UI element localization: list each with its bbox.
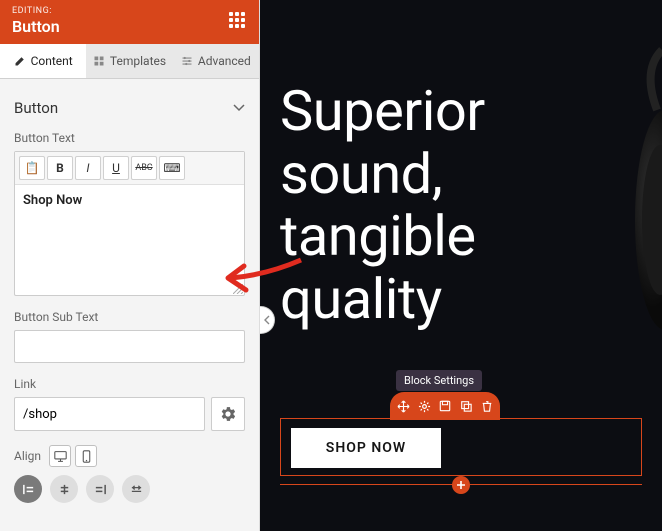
trash-icon — [481, 400, 493, 412]
button-block-frame[interactable]: SHOP NOW — [280, 418, 642, 476]
hero-line-1: Superior — [280, 80, 485, 143]
link-label: Link — [14, 377, 245, 391]
button-text-label: Button Text — [14, 131, 245, 145]
add-block-button[interactable] — [452, 476, 470, 494]
button-text-input[interactable]: Shop Now — [15, 185, 244, 295]
hero-heading: Superior sound, tangible quality — [280, 80, 485, 331]
align-header-row: Align — [14, 445, 245, 467]
hero-line-2: sound, — [280, 143, 485, 206]
clipboard-icon: 📋 — [25, 161, 40, 175]
hero-line-3: tangible — [280, 205, 485, 268]
chevron-left-icon — [264, 315, 270, 325]
italic-button[interactable]: I — [75, 156, 101, 180]
section-button-title: Button — [14, 99, 58, 117]
desktop-icon — [54, 450, 67, 463]
sidebar-header: EDITING: Button — [0, 0, 259, 44]
chevron-down-icon — [233, 104, 245, 112]
richtext-toolbar: 📋 B I U ABC ⌨ — [15, 152, 244, 185]
button-subtext-input[interactable] — [14, 330, 245, 363]
paste-button[interactable]: 📋 — [19, 156, 45, 180]
tab-advanced[interactable]: Advanced — [173, 44, 259, 78]
collapse-sidebar-button[interactable] — [260, 306, 275, 334]
delete-block-button[interactable] — [480, 399, 494, 413]
save-icon — [439, 400, 451, 412]
copy-icon — [460, 400, 472, 412]
duplicate-block-button[interactable] — [459, 399, 473, 413]
editor-tabs: Content Templates Advanced — [0, 44, 259, 79]
sliders-icon — [181, 55, 193, 67]
section-button[interactable]: Button — [14, 93, 245, 131]
align-left-button[interactable] — [14, 475, 42, 503]
hero-line-4: quality — [280, 268, 485, 331]
desktop-device-button[interactable] — [49, 445, 71, 467]
tab-templates[interactable]: Templates — [86, 44, 172, 78]
editing-label: EDITING: — [12, 6, 247, 16]
move-block-button[interactable] — [396, 399, 410, 413]
tab-templates-label: Templates — [110, 54, 166, 68]
underline-icon: U — [112, 161, 120, 175]
editor-sidebar: EDITING: Button Content Templates Advanc… — [0, 0, 260, 531]
bold-button[interactable]: B — [47, 156, 73, 180]
block-settings-tooltip: Block Settings — [396, 370, 482, 391]
headphone-image — [622, 40, 662, 400]
bold-icon: B — [56, 161, 64, 175]
keyboard-icon: ⌨ — [163, 161, 180, 175]
richtext-editor: 📋 B I U ABC ⌨ Shop Now — [14, 151, 245, 296]
settings-panel: Button Button Text 📋 B I U ABC ⌨ Shop No… — [0, 79, 259, 531]
gear-icon — [418, 400, 431, 413]
block-settings-button[interactable] — [417, 399, 431, 413]
align-buttons — [14, 475, 245, 503]
editing-title: Button — [12, 17, 247, 36]
gear-icon — [221, 407, 235, 421]
save-block-button[interactable] — [438, 399, 452, 413]
link-row — [14, 397, 245, 431]
align-center-icon — [58, 483, 71, 496]
italic-icon: I — [86, 161, 89, 175]
apps-grid-icon[interactable] — [229, 12, 247, 30]
align-right-button[interactable] — [86, 475, 114, 503]
strikethrough-button[interactable]: ABC — [131, 156, 157, 180]
device-toggle — [49, 445, 97, 467]
link-input[interactable] — [14, 397, 205, 431]
mobile-icon — [80, 450, 93, 463]
canvas-preview: Superior sound, tangible quality Block S… — [260, 0, 662, 531]
tab-content-label: Content — [31, 54, 73, 68]
shop-now-button[interactable]: SHOP NOW — [291, 428, 441, 468]
mobile-device-button[interactable] — [75, 445, 97, 467]
tab-content[interactable]: Content — [0, 44, 86, 78]
align-justify-icon — [130, 483, 143, 496]
underline-button[interactable]: U — [103, 156, 129, 180]
align-right-icon — [94, 483, 107, 496]
align-center-button[interactable] — [50, 475, 78, 503]
templates-icon — [93, 55, 105, 67]
resize-handle-icon[interactable] — [233, 284, 243, 294]
block-toolbar — [390, 392, 500, 420]
align-justify-button[interactable] — [122, 475, 150, 503]
button-subtext-label: Button Sub Text — [14, 310, 245, 324]
move-icon — [397, 400, 410, 413]
align-left-icon — [22, 483, 35, 496]
pencil-icon — [14, 55, 26, 67]
keyboard-button[interactable]: ⌨ — [159, 156, 185, 180]
strike-icon: ABC — [135, 163, 152, 173]
align-label: Align — [14, 449, 41, 463]
plus-icon — [456, 480, 466, 490]
link-settings-button[interactable] — [211, 397, 245, 431]
tab-advanced-label: Advanced — [198, 54, 251, 68]
